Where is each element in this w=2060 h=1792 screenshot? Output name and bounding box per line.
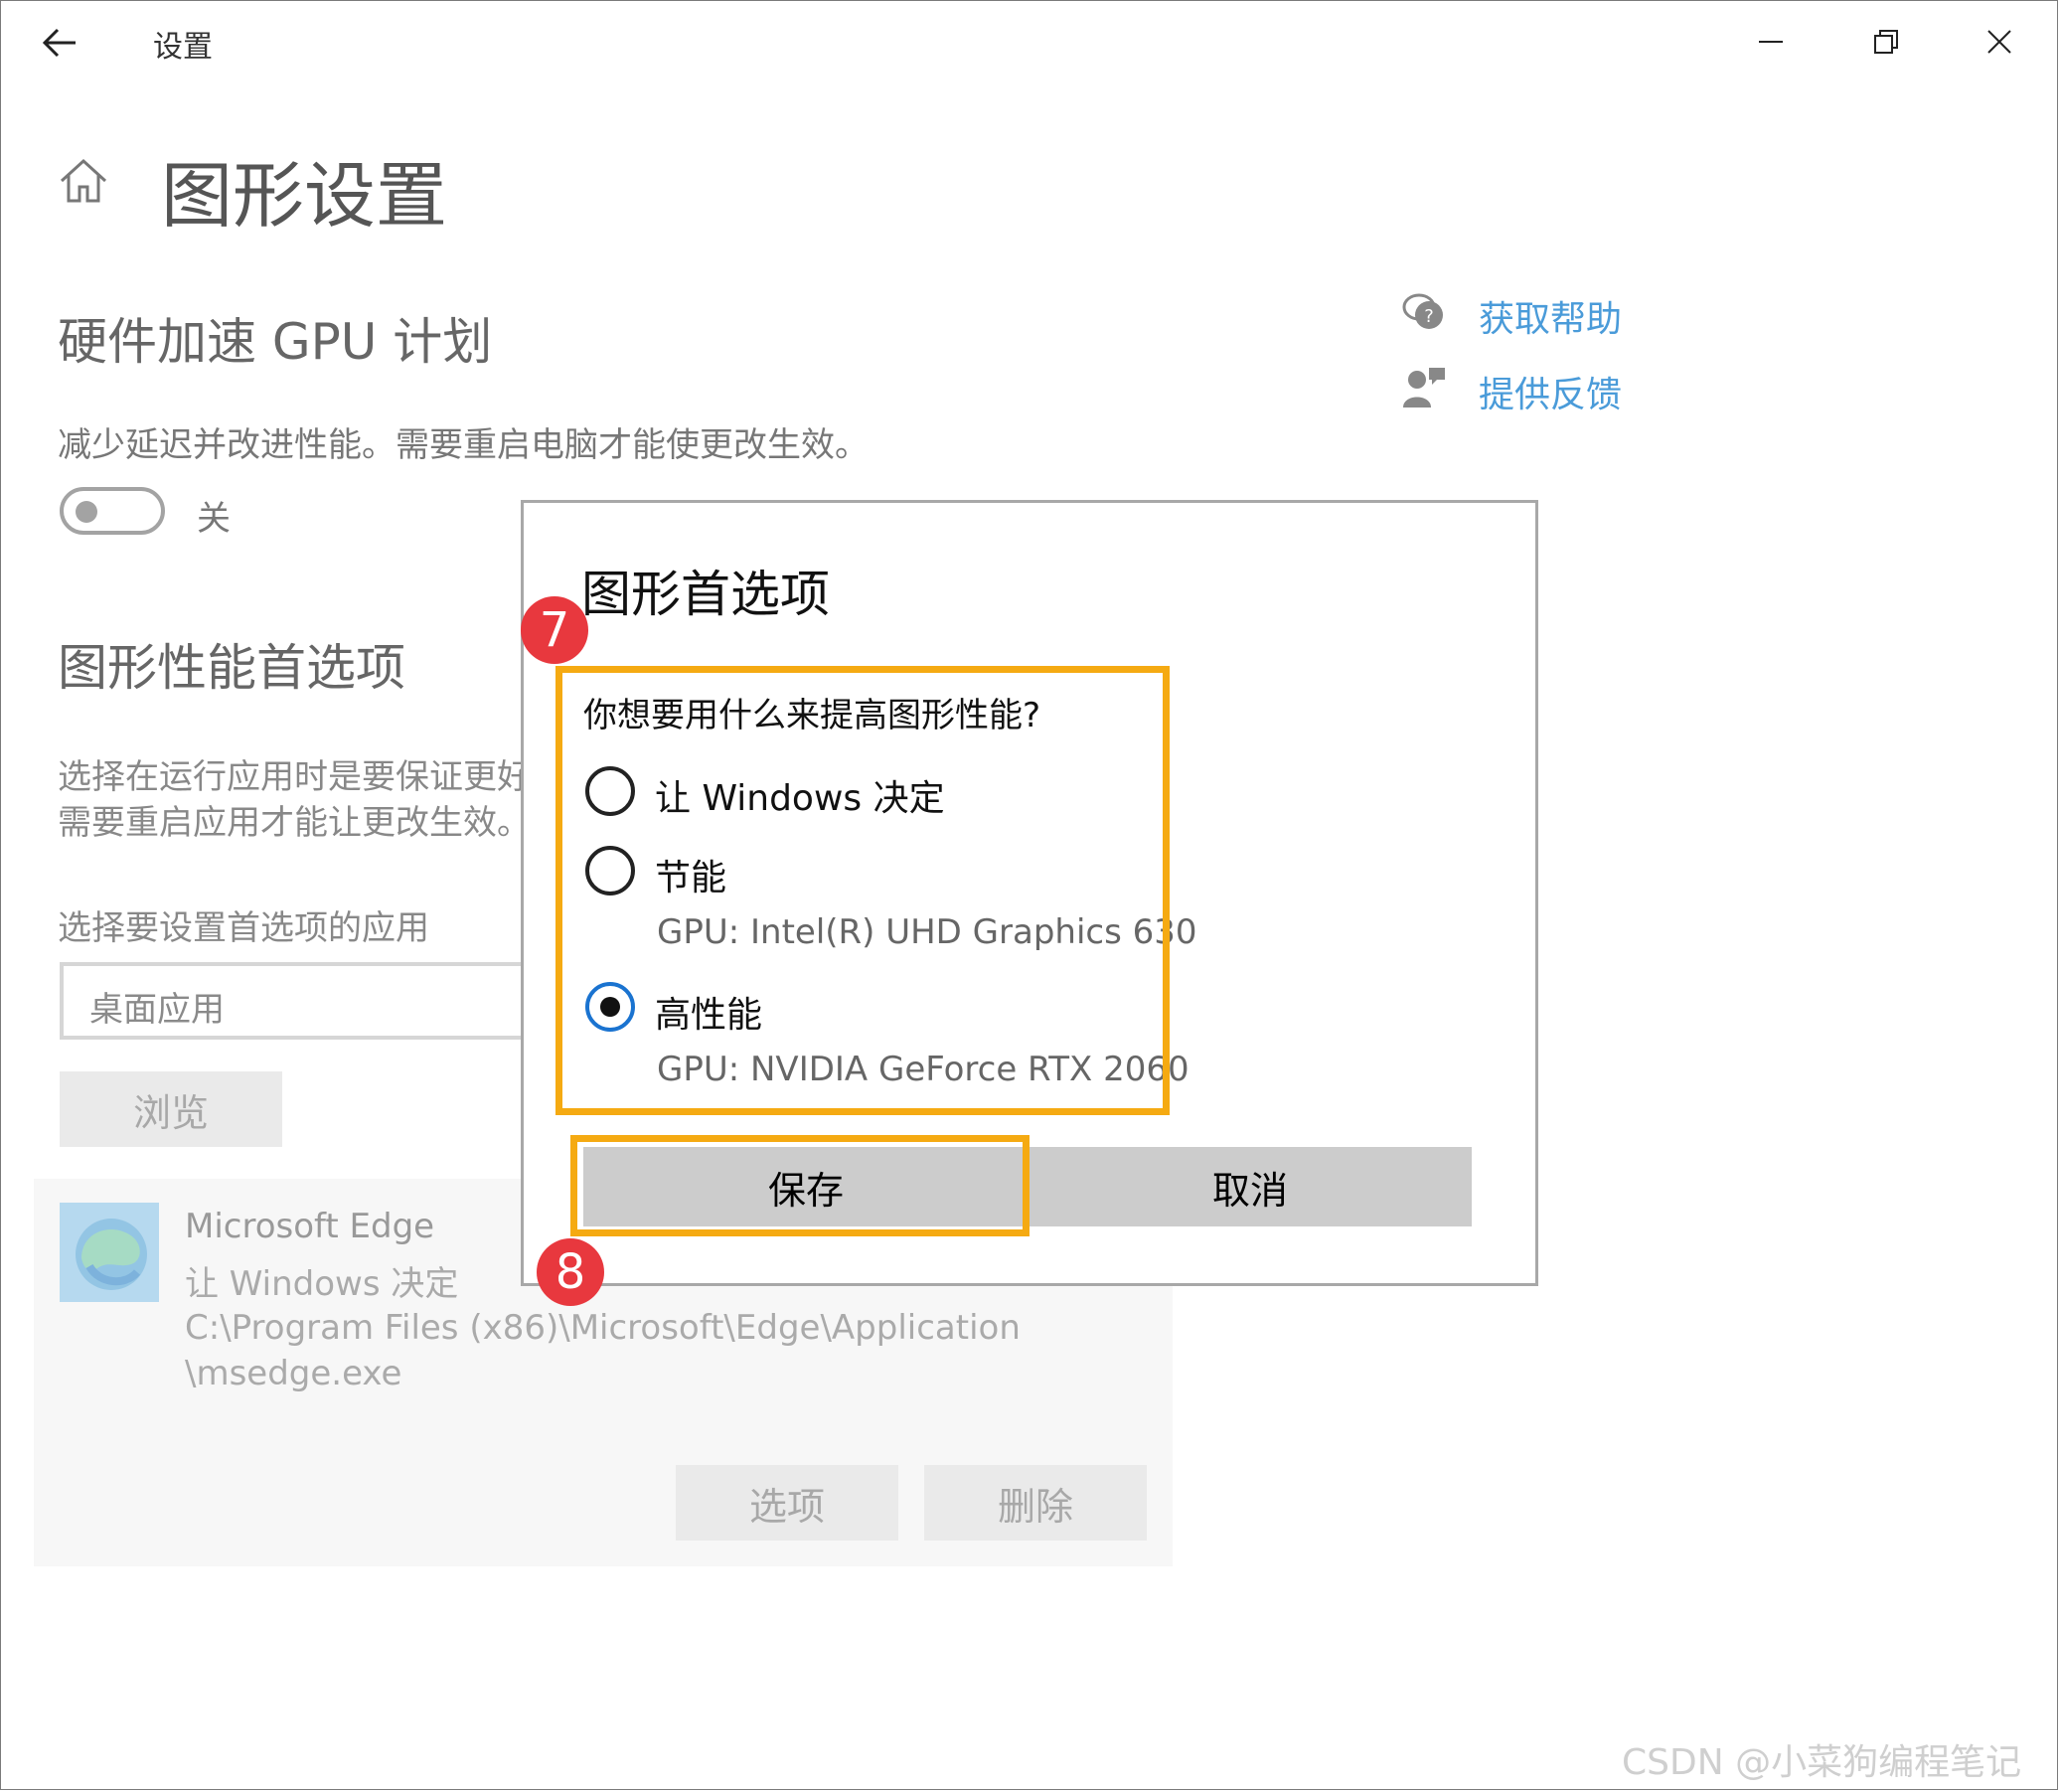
feedback-icon [1401, 364, 1449, 411]
help-icon: ? [1399, 288, 1447, 336]
preferences-description-line1: 选择在运行应用时是要保证更好 [58, 757, 531, 797]
toggle-state-label: 关 [197, 499, 231, 539]
restore-icon [1874, 30, 1898, 54]
app-path-line1: C:\Program Files (x86)\Microsoft\Edge\Ap… [185, 1308, 1021, 1348]
delete-button[interactable]: 删除 [924, 1465, 1147, 1541]
back-arrow-icon [42, 28, 76, 58]
app-select-label: 选择要设置首选项的应用 [58, 908, 429, 948]
restore-button[interactable] [1856, 14, 1916, 70]
gpu-scheduling-heading: 硬件加速 GPU 计划 [58, 313, 493, 371]
give-feedback-link[interactable]: 提供反馈 [1479, 366, 1622, 417]
app-path-line2: \msedge.exe [185, 1354, 402, 1393]
step-8-badge: 8 [537, 1238, 604, 1306]
back-button[interactable] [36, 18, 85, 68]
watermark: CSDN @小菜狗编程笔记 [1622, 1742, 2022, 1783]
save-highlight-box [570, 1135, 1030, 1236]
step-7-badge: 7 [521, 596, 588, 664]
options-button[interactable]: 选项 [676, 1465, 898, 1541]
options-highlight-box [555, 666, 1170, 1115]
page-title: 图形设置 [161, 154, 448, 238]
browse-button[interactable]: 浏览 [60, 1071, 282, 1147]
minimize-icon [1759, 41, 1783, 43]
home-icon [60, 158, 107, 203]
svg-text:?: ? [1424, 306, 1434, 327]
home-button[interactable] [56, 153, 111, 209]
app-type-select[interactable]: 桌面应用 [60, 962, 537, 1040]
toggle-knob [76, 501, 97, 523]
get-help-link[interactable]: 获取帮助 [1479, 290, 1622, 342]
preferences-description-line2: 需要重启应用才能让更改生效。 [58, 803, 531, 843]
cancel-button[interactable]: 取消 [1029, 1147, 1472, 1226]
close-button[interactable] [1970, 14, 2029, 70]
app-gpu-setting: 让 Windows 决定 [185, 1264, 459, 1304]
gpu-scheduling-toggle[interactable] [60, 487, 165, 535]
dialog-title: 图形首选项 [581, 566, 830, 623]
gpu-scheduling-description: 减少延迟并改进性能。需要重启电脑才能使更改生效。 [58, 425, 869, 465]
minimize-button[interactable] [1741, 14, 1801, 70]
app-name: Microsoft Edge [185, 1207, 435, 1246]
close-icon [1987, 30, 2011, 54]
app-type-value: 桌面应用 [89, 990, 225, 1030]
preferences-heading: 图形性能首选项 [58, 639, 405, 697]
edge-app-icon [60, 1203, 159, 1302]
window-title: 设置 [153, 30, 213, 65]
